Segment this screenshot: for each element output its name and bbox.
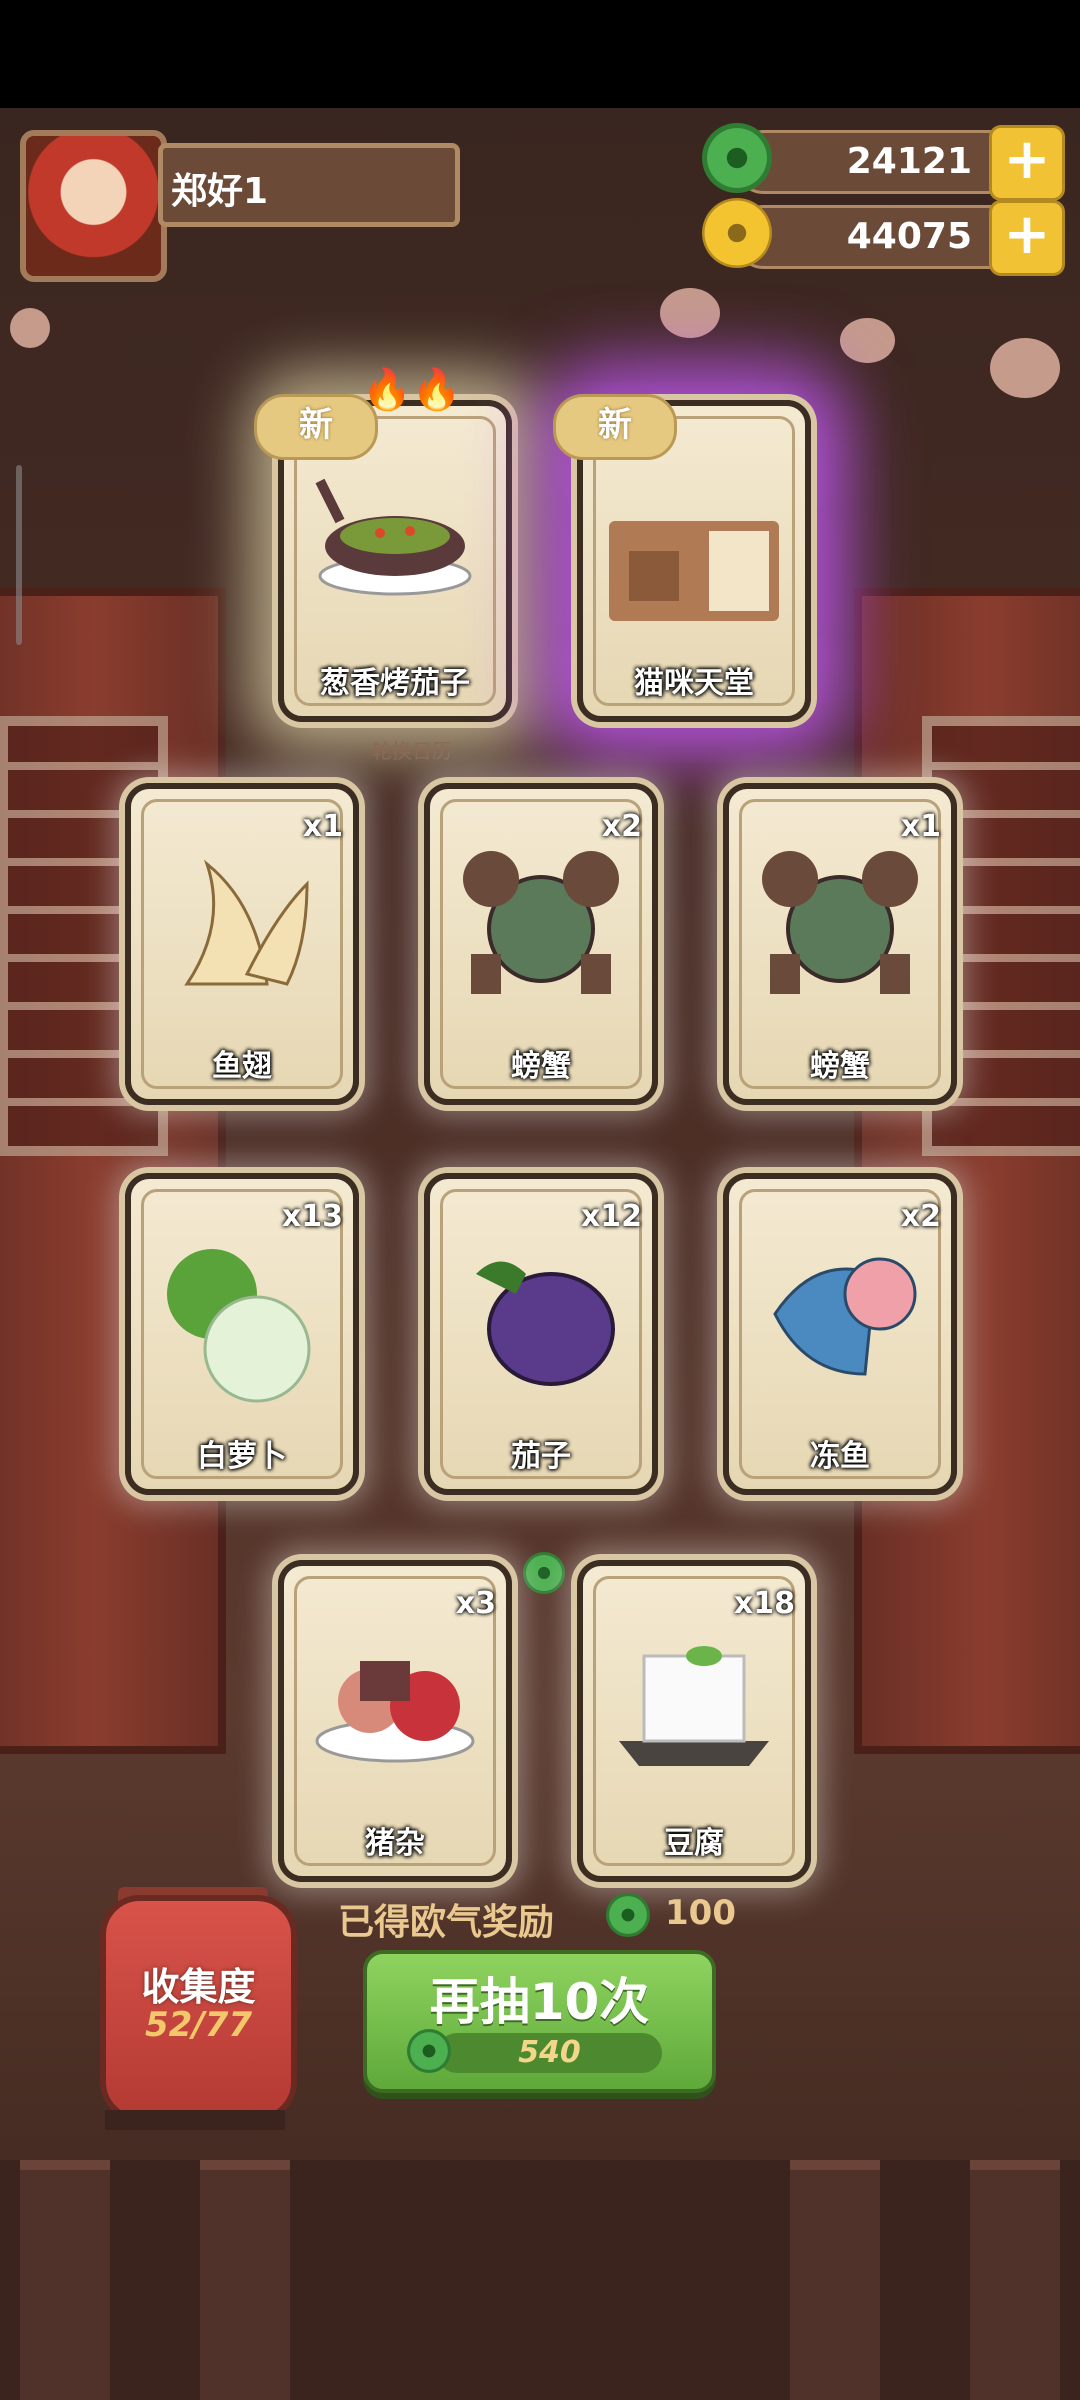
collection-progress: 52/77 <box>144 2005 253 2045</box>
pork-offal-icon <box>315 1661 475 1763</box>
collection-lantern[interactable]: 收集度 52/77 <box>100 1895 297 2122</box>
card-count: x2 <box>601 809 642 844</box>
coin-value: 44075 <box>846 216 972 257</box>
card-label: 猪杂 <box>365 1826 425 1861</box>
frozen-fish-icon <box>773 1257 917 1376</box>
featured-card-label: 猫咪天堂 <box>634 666 754 701</box>
featured-card-label: 葱香烤茄子 <box>320 666 470 701</box>
right-door <box>854 588 1080 1754</box>
jade-icon <box>523 1552 565 1594</box>
new-badge: 新 <box>553 394 677 460</box>
collection-title: 收集度 <box>141 1965 256 2009</box>
jade-currency: 24121 + <box>702 123 1065 201</box>
crab-icon <box>762 851 918 994</box>
card-count: x1 <box>302 809 343 844</box>
jade-icon <box>702 123 772 193</box>
card-label: 白萝卜 <box>197 1439 287 1474</box>
coin-currency: 44075 + <box>702 198 1065 276</box>
card-count: x3 <box>455 1586 496 1621</box>
card-count: x13 <box>281 1199 343 1234</box>
featured-card-dish[interactable]: 🔥🔥 新 葱香烤茄子 <box>254 367 512 722</box>
card-label: 豆腐 <box>664 1826 724 1861</box>
add-coin-button[interactable]: + <box>989 200 1065 276</box>
draw-button-label: 再抽10次 <box>429 1973 650 2031</box>
tofu-icon <box>619 1646 769 1766</box>
white-radish-icon <box>167 1249 311 1403</box>
card-count: x1 <box>900 809 941 844</box>
draw-cost: 540 <box>407 2029 662 2073</box>
card-frozen-fish[interactable]: x2 冻鱼 <box>723 1173 957 1495</box>
card-shark-fin[interactable]: x1 鱼翅 <box>125 783 359 1105</box>
new-badge: 新 <box>254 394 378 460</box>
card-label: 冻鱼 <box>810 1439 870 1474</box>
card-count: x12 <box>580 1199 642 1234</box>
add-jade-button[interactable]: + <box>989 125 1065 201</box>
coin-icon <box>702 198 772 268</box>
card-label: 茄子 <box>511 1439 571 1474</box>
draw-cost-value: 540 <box>518 2035 581 2070</box>
card-crab[interactable]: x2 螃蟹 <box>424 783 658 1105</box>
featured-card-scene[interactable]: 新 猫咪天堂 <box>553 394 811 722</box>
jade-icon <box>606 1893 650 1937</box>
featured-subtitle: 轮换日历 <box>372 739 452 763</box>
draw-10-button[interactable]: 再抽10次 540 <box>363 1950 716 2093</box>
crab-icon <box>463 851 619 994</box>
jade-value: 24121 <box>846 141 972 182</box>
player-name: 郑好1 <box>171 171 269 212</box>
card-label: 螃蟹 <box>511 1049 571 1084</box>
reward-value: 100 <box>665 1893 736 1933</box>
card-count: x2 <box>900 1199 941 1234</box>
player-avatar[interactable] <box>20 130 167 282</box>
player-name-box[interactable]: 郑好1 <box>158 143 460 227</box>
card-crab-2[interactable]: x1 螃蟹 <box>723 783 957 1105</box>
fence <box>0 2160 1080 2400</box>
eggplant-icon <box>476 1261 615 1386</box>
lantern-stand <box>105 2110 285 2130</box>
side-scroll-indicator <box>16 465 22 645</box>
cat-paradise-icon <box>609 521 779 621</box>
card-offal[interactable]: x3 猪杂 <box>278 1560 512 1882</box>
card-eggplant[interactable]: x12 茄子 <box>424 1173 658 1495</box>
left-door <box>0 588 226 1754</box>
card-tofu[interactable]: x18 豆腐 <box>577 1560 811 1882</box>
roast-eggplant-icon <box>315 478 472 596</box>
shark-fin-icon <box>184 859 309 986</box>
flame-icon: 🔥🔥 <box>362 367 462 413</box>
card-label: 螃蟹 <box>810 1049 870 1084</box>
card-radish[interactable]: x13 白萝卜 <box>125 1173 359 1495</box>
card-count: x18 <box>733 1586 795 1621</box>
card-label: 鱼翅 <box>212 1049 272 1084</box>
reward-label: 已得欧气奖励 <box>338 1902 555 1943</box>
